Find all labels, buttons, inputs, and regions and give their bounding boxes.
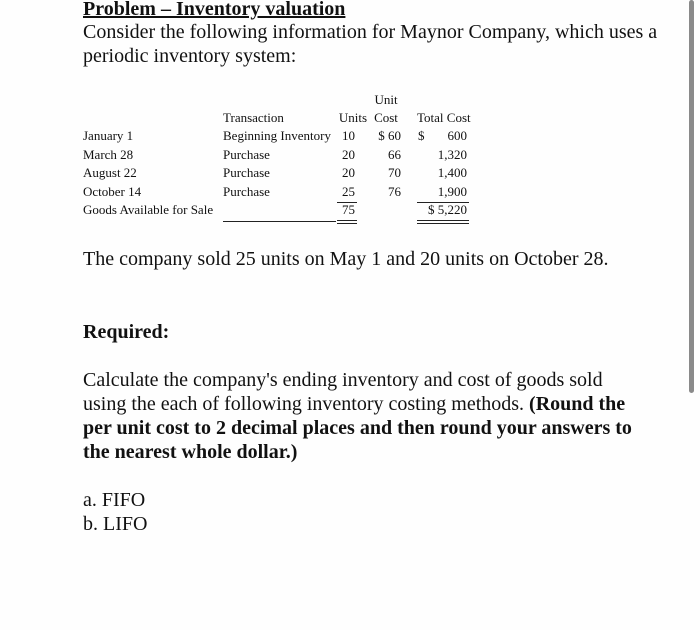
header-units: Units	[338, 110, 367, 125]
row-date: August 22	[83, 165, 137, 180]
row-unit-cost: 70	[388, 165, 401, 180]
row-date: October 14	[83, 183, 142, 199]
header-unit-cost: Cost	[374, 110, 398, 125]
intro-text: Consider the following information for M…	[83, 21, 658, 67]
row-total-cost: 1,400	[437, 165, 467, 180]
problem-title: Problem – Inventory valuation	[83, 0, 346, 20]
row-date: March 28	[83, 146, 134, 162]
method-fifo: a. FIFO	[83, 489, 146, 511]
row-units: 10	[342, 128, 355, 143]
units-double-underline	[337, 220, 357, 224]
row-date: January 1	[83, 128, 134, 143]
total-cost-double-underline	[417, 220, 469, 224]
instructions-plain: Calculate the company's ending inventory…	[83, 369, 603, 415]
problem-document: Problem – Inventory valuation Consider t…	[83, 0, 663, 535]
vertical-scrollbar[interactable]	[689, 0, 694, 393]
row-total-cost: 1,320	[437, 146, 467, 162]
sales-text: The company sold 25 units on May 1 and 2…	[83, 248, 609, 270]
row-total-cost: 1,900	[437, 183, 467, 199]
instructions: Calculate the company's ending inventory…	[83, 368, 643, 464]
row-transaction: Purchase	[223, 146, 270, 162]
header-unit-line1: Unit	[374, 92, 398, 107]
label-underline	[223, 221, 336, 222]
total-row-total-cost: $ 5,220	[428, 202, 467, 217]
row-transaction: Purchase	[223, 183, 270, 199]
row-unit-cost: $ 60	[378, 128, 401, 143]
row-total-cost: 600	[447, 128, 468, 143]
method-lifo: b. LIFO	[83, 513, 148, 535]
row-unit-cost: 76	[388, 183, 401, 199]
required-heading: Required:	[83, 321, 170, 343]
row-transaction: Purchase	[223, 165, 270, 180]
total-row-label: Goods Available for Sale	[83, 202, 214, 217]
total-row-units: 75	[342, 202, 355, 217]
row-units: 20	[342, 146, 355, 162]
row-unit-cost: 66	[388, 146, 401, 162]
row-units: 20	[342, 165, 355, 180]
header-total-cost: Total Cost	[417, 110, 471, 125]
row-units: 25	[342, 183, 355, 199]
header-transaction: Transaction	[223, 110, 284, 125]
